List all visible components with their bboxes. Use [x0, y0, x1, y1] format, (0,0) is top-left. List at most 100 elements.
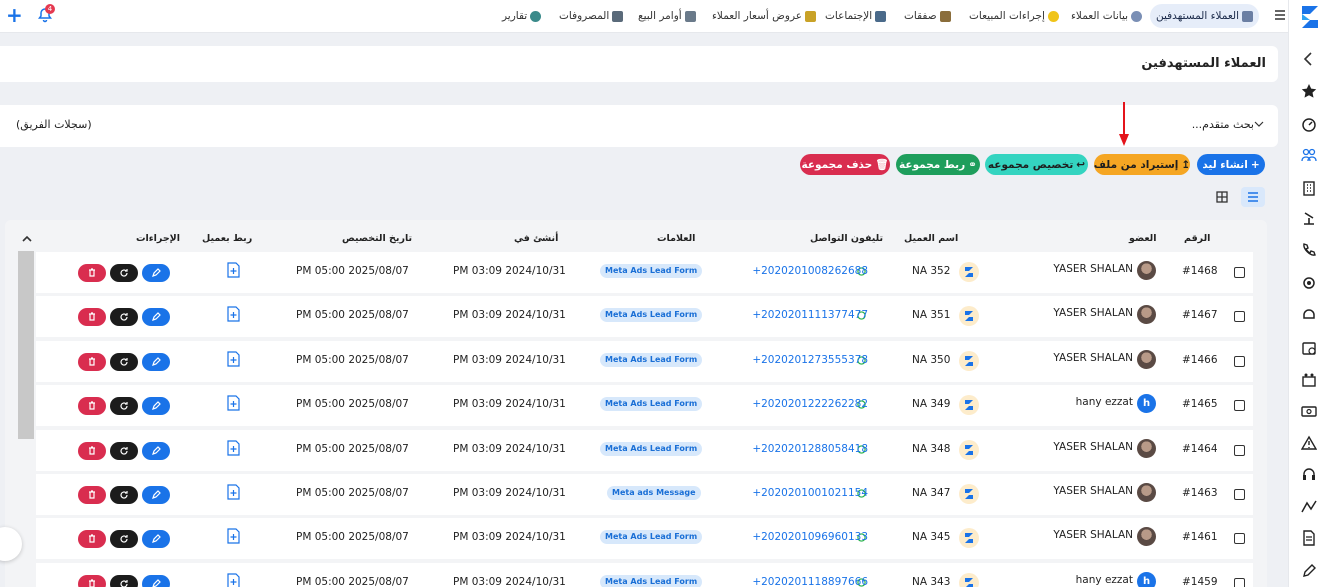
header-member[interactable]: العضو — [1129, 233, 1157, 244]
header-number[interactable]: الرقم — [1184, 233, 1210, 244]
chevron-left-icon[interactable] — [1301, 51, 1317, 67]
table-row[interactable]: #1464 YASER SHALAN NA 348 +2020201288058418… — [36, 430, 1253, 471]
dashboard-icon[interactable] — [1301, 116, 1317, 132]
nav-meetings[interactable]: الإجتماعات — [819, 4, 892, 28]
headset-icon[interactable] — [1301, 467, 1317, 483]
link-client-icon[interactable] — [226, 573, 240, 587]
money-icon[interactable] — [1301, 403, 1317, 419]
header-created-at[interactable]: أنشئ في — [514, 233, 558, 244]
link-client-icon[interactable] — [226, 262, 240, 278]
delete-button[interactable] — [78, 397, 106, 415]
phone-link[interactable]: +2020201273555378 — [752, 354, 868, 366]
client-name[interactable]: NA 350 — [912, 354, 950, 366]
star-icon[interactable] — [1301, 83, 1317, 99]
table-row[interactable]: #1465 h hany ezzat NA 349 +2020201222262282 M… — [36, 385, 1253, 426]
table-row[interactable]: #1459 h hany ezzat NA 343 +2020201118897666 M… — [36, 563, 1253, 587]
group-icon[interactable] — [1301, 372, 1317, 388]
nav-deals[interactable]: صفقات — [898, 4, 957, 28]
pen-icon[interactable] — [1301, 563, 1317, 579]
table-row[interactable]: #1466 YASER SHALAN NA 350 +2020201273555378… — [36, 341, 1253, 382]
chart-icon[interactable] — [1301, 498, 1317, 514]
delete-button[interactable] — [78, 264, 106, 282]
row-checkbox[interactable] — [1234, 311, 1245, 322]
edit-button[interactable] — [142, 397, 170, 415]
refresh-button[interactable] — [110, 353, 138, 371]
phone-link[interactable]: +2020201001021154 — [752, 487, 868, 499]
import-file-button[interactable]: ↥ إستيراد من ملف — [1094, 154, 1190, 175]
nav-expenses[interactable]: المصروفات — [553, 4, 629, 28]
table-row[interactable]: #1461 YASER SHALAN NA 345 +2020201096960133… — [36, 518, 1253, 559]
nav-target-clients[interactable]: العملاء المستهدفين — [1150, 4, 1260, 28]
client-name[interactable]: NA 343 — [912, 576, 950, 587]
delete-button[interactable] — [78, 308, 106, 326]
delete-group-button[interactable]: 🗑 حذف مجموعة — [800, 154, 890, 175]
row-checkbox[interactable] — [1234, 489, 1245, 500]
row-checkbox[interactable] — [1234, 445, 1245, 456]
client-name[interactable]: NA 345 — [912, 531, 950, 543]
edit-button[interactable] — [142, 442, 170, 460]
row-checkbox[interactable] — [1234, 356, 1245, 367]
header-actions[interactable]: الإجراءات — [136, 233, 180, 244]
delete-button[interactable] — [78, 353, 106, 371]
delete-button[interactable] — [78, 530, 106, 548]
link-client-icon[interactable] — [226, 484, 240, 500]
refresh-button[interactable] — [110, 575, 138, 587]
table-row[interactable]: #1467 YASER SHALAN NA 351 +2020201111377477… — [36, 296, 1253, 337]
advanced-search-card[interactable]: بحث متقدم... (سجلات الفريق) — [0, 105, 1278, 147]
phone-link[interactable]: +2020201096960133 — [752, 531, 868, 543]
header-link-client[interactable]: ربط بعميل — [202, 233, 252, 244]
client-name[interactable]: NA 349 — [912, 398, 950, 410]
building-icon[interactable] — [1301, 180, 1317, 196]
table-row[interactable]: #1463 YASER SHALAN NA 347 +2020201001021154… — [36, 474, 1253, 515]
assign-group-button[interactable]: ↩ تخصيص مجموعه — [985, 154, 1088, 175]
row-checkbox[interactable] — [1234, 267, 1245, 278]
row-checkbox[interactable] — [1234, 578, 1245, 587]
link-client-icon[interactable] — [226, 351, 240, 367]
advanced-search-toggle[interactable]: بحث متقدم... — [1192, 118, 1254, 131]
client-name[interactable]: NA 351 — [912, 309, 950, 321]
nav-sales-orders[interactable]: أوامر البيع — [632, 4, 702, 28]
delete-button[interactable] — [78, 575, 106, 587]
calendar-check-icon[interactable] — [1301, 340, 1317, 356]
add-icon[interactable]: + — [6, 5, 24, 25]
client-name[interactable]: NA 347 — [912, 487, 950, 499]
delete-button[interactable] — [78, 442, 106, 460]
link-client-icon[interactable] — [226, 440, 240, 456]
link-client-icon[interactable] — [226, 528, 240, 544]
phone-link[interactable]: +2020201118897666 — [752, 576, 868, 587]
target-icon[interactable] — [1301, 275, 1317, 291]
list-view-button[interactable] — [1241, 187, 1265, 207]
refresh-button[interactable] — [110, 397, 138, 415]
nav-reports[interactable]: تقارير — [496, 4, 547, 28]
refresh-button[interactable] — [110, 442, 138, 460]
edit-button[interactable] — [142, 530, 170, 548]
nav-sales-procedures[interactable]: إجراءات المبيعات — [963, 4, 1065, 28]
warning-icon[interactable] — [1301, 435, 1317, 451]
link-group-button[interactable]: ⚭ ربط مجموعة — [896, 154, 980, 175]
header-tags[interactable]: العلامات — [657, 233, 695, 244]
edit-button[interactable] — [142, 353, 170, 371]
refresh-button[interactable] — [110, 486, 138, 504]
edit-button[interactable] — [142, 575, 170, 587]
users-icon[interactable] — [1301, 147, 1317, 163]
refresh-button[interactable] — [110, 530, 138, 548]
nav-client-quotes[interactable]: عروض أسعار العملاء — [706, 4, 822, 28]
edit-button[interactable] — [142, 264, 170, 282]
edit-button[interactable] — [142, 486, 170, 504]
table-row[interactable]: #1468 YASER SHALAN NA 352 +2020201008262688… — [36, 252, 1253, 293]
nav-client-data[interactable]: بيانات العملاء — [1065, 4, 1148, 28]
edit-button[interactable] — [142, 308, 170, 326]
header-phone[interactable]: تليفون التواصل — [810, 233, 883, 244]
header-client-name[interactable]: اسم العميل — [904, 233, 958, 244]
phone-icon[interactable] — [1301, 242, 1317, 258]
phone-link[interactable]: +2020201111377477 — [752, 309, 868, 321]
row-checkbox[interactable] — [1234, 400, 1245, 411]
header-assigned-at[interactable]: تاريخ التخصيص — [342, 233, 412, 244]
client-name[interactable]: NA 348 — [912, 443, 950, 455]
chevron-up-icon[interactable] — [22, 235, 32, 243]
link-client-icon[interactable] — [226, 306, 240, 322]
delete-button[interactable] — [78, 486, 106, 504]
refresh-button[interactable] — [110, 308, 138, 326]
create-lead-button[interactable]: + انشاء ليد — [1197, 154, 1265, 175]
menu-icon[interactable] — [1274, 8, 1286, 22]
